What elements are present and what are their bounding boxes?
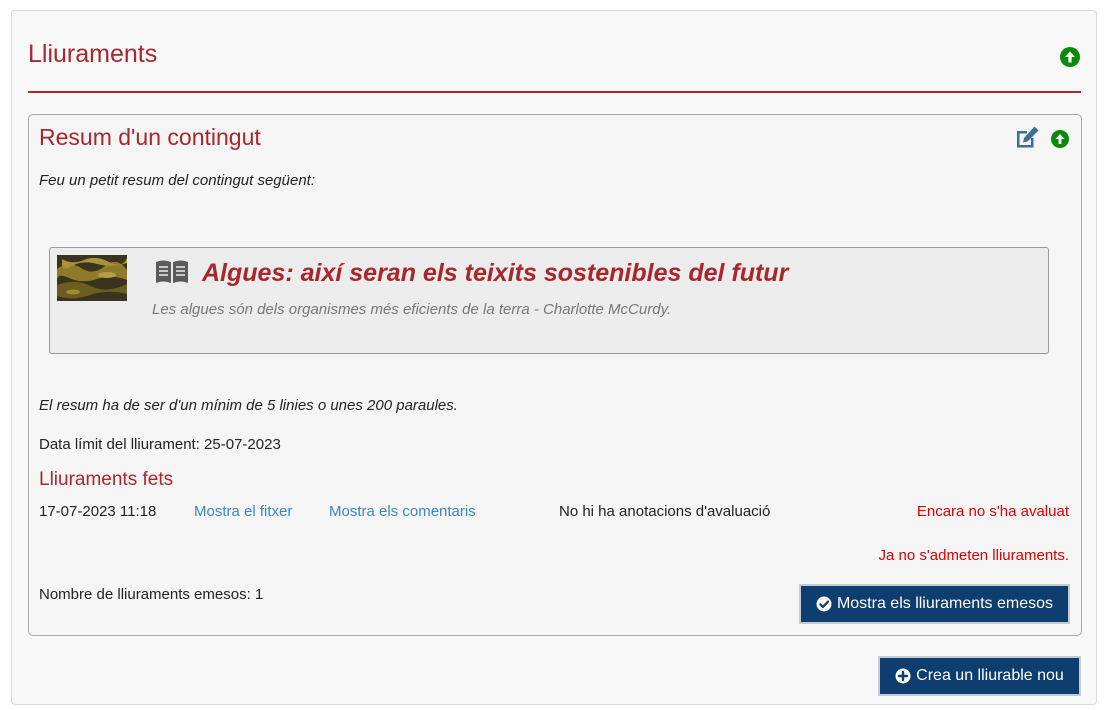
annotations-text: No hi ha anotacions d'avaluació: [559, 503, 771, 520]
show-submissions-label: Mostra els lliuraments emesos: [836, 595, 1054, 612]
arrow-circle-up-icon[interactable]: [1060, 47, 1080, 67]
evaluation-status: Encara no s'ha avaluat: [916, 503, 1069, 520]
show-file-link[interactable]: Mostra el fitxer: [194, 503, 292, 520]
create-deliverable-button[interactable]: Crea un lliurable nou: [878, 656, 1081, 696]
page-title: Lliuraments: [28, 40, 158, 68]
closed-notice: Ja no s'admeten lliuraments.: [878, 547, 1069, 564]
title-divider: [28, 91, 1081, 93]
check-circle-icon: [816, 596, 832, 612]
edit-icon[interactable]: [1014, 125, 1042, 150]
content-thumbnail: [57, 255, 127, 301]
plus-circle-icon: [895, 668, 911, 684]
submission-count: Nombre de lliuraments emesos: 1: [39, 586, 264, 603]
show-comments-link[interactable]: Mostra els comentaris: [329, 503, 476, 520]
submission-datetime: 17-07-2023 11:18: [39, 503, 157, 520]
content-title-link[interactable]: Algues: així seran els teixits sostenibl…: [202, 259, 788, 288]
book-open-icon: [156, 260, 188, 283]
requirements-text: El resum ha de ser d'un mínim de 5 linie…: [39, 397, 458, 414]
card-title: Resum d'un contingut: [39, 124, 261, 150]
submissions-heading: Lliuraments fets: [39, 469, 174, 490]
instructions-text: Feu un petit resum del contingut següent…: [39, 172, 316, 189]
arrow-circle-up-icon[interactable]: [1051, 130, 1069, 148]
deadline-text: Data límit del lliurament: 25-07-2023: [39, 436, 281, 453]
content-subtitle: Les algues són dels organismes més efici…: [152, 301, 672, 318]
show-submissions-button[interactable]: Mostra els lliuraments emesos: [799, 584, 1070, 624]
create-deliverable-label: Crea un lliurable nou: [916, 667, 1064, 684]
